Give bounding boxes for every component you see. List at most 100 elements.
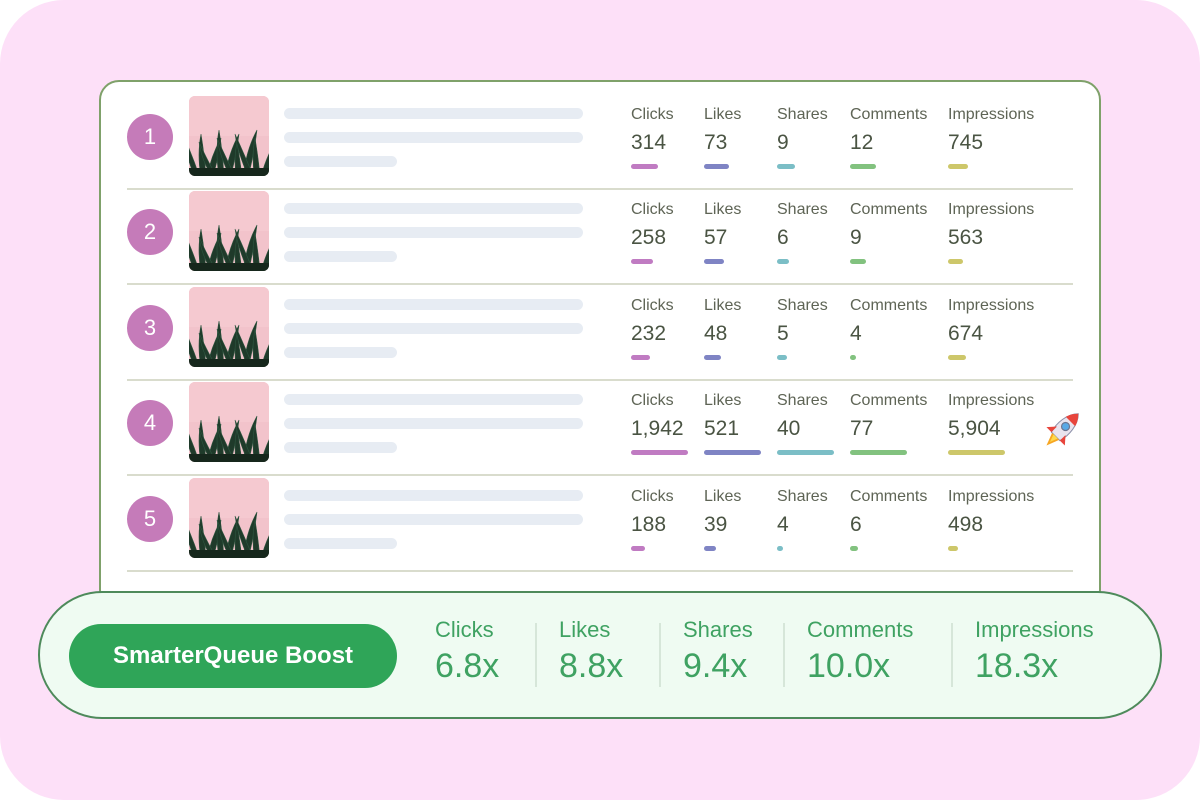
metric-bar-impressions bbox=[948, 450, 1005, 455]
placeholder-line bbox=[284, 203, 583, 214]
boost-metric-comments: Comments 10.0x bbox=[807, 617, 913, 686]
metric-label: Shares bbox=[777, 392, 828, 409]
post-thumbnail bbox=[189, 287, 269, 367]
metric-value: 563 bbox=[948, 226, 984, 249]
metric-value: 6 bbox=[777, 226, 789, 249]
metric-bar-likes bbox=[704, 259, 724, 264]
metric-value: 232 bbox=[631, 322, 667, 345]
rocket-icon bbox=[1037, 405, 1087, 455]
rank-badge: 2 bbox=[127, 209, 173, 255]
metric-value: 314 bbox=[631, 131, 667, 154]
rank-badge: 1 bbox=[127, 114, 173, 160]
metric-bar-shares bbox=[777, 259, 789, 264]
placeholder-line bbox=[284, 394, 583, 405]
metric-bar-comments bbox=[850, 450, 907, 455]
metric-bar-clicks bbox=[631, 450, 688, 455]
metric-bar-impressions bbox=[948, 546, 958, 551]
metric-value: 5 bbox=[777, 322, 789, 345]
metric-value: 77 bbox=[850, 417, 874, 440]
post-row: 3 Clicks 232 Likes 48 Shares 5 Comments 4 Impres… bbox=[127, 285, 1073, 381]
metric-value: 12 bbox=[850, 131, 874, 154]
rank-badge: 3 bbox=[127, 305, 173, 351]
metric-bar-shares bbox=[777, 355, 787, 360]
post-thumbnail bbox=[189, 478, 269, 558]
metric-bar-shares bbox=[777, 164, 795, 169]
metric-label: Clicks bbox=[631, 201, 674, 218]
boost-summary-bar: SmarterQueue Boost Clicks 6.8x Likes 8.8x Sh… bbox=[38, 591, 1162, 719]
metric-label: Impressions bbox=[948, 488, 1035, 505]
metric-label: Impressions bbox=[948, 392, 1035, 409]
metric-label: Clicks bbox=[631, 392, 674, 409]
metric-label: Comments bbox=[850, 201, 928, 218]
boost-label: Comments bbox=[807, 617, 914, 642]
boost-metric-clicks: Clicks 6.8x bbox=[435, 617, 499, 686]
metric-label: Impressions bbox=[948, 106, 1035, 123]
metric-label: Impressions bbox=[948, 201, 1035, 218]
metric-label: Comments bbox=[850, 106, 928, 123]
metric-label: Clicks bbox=[631, 106, 674, 123]
placeholder-line bbox=[284, 323, 583, 334]
placeholder-line bbox=[284, 227, 583, 238]
rank-badge: 5 bbox=[127, 496, 173, 542]
post-row: 4 Clicks 1,942 Likes 521 Shares 40 Comments 77 I… bbox=[127, 380, 1073, 476]
metric-value: 6 bbox=[850, 513, 862, 536]
metric-value: 1,942 bbox=[631, 417, 684, 440]
boost-value: 18.3x bbox=[975, 647, 1059, 685]
post-row: 2 Clicks 258 Likes 57 Shares 6 Comments 9 Impres… bbox=[127, 189, 1073, 285]
metric-bar-clicks bbox=[631, 546, 645, 551]
metric-label: Shares bbox=[777, 297, 828, 314]
placeholder-line bbox=[284, 251, 397, 262]
metric-bar-impressions bbox=[948, 259, 963, 264]
metric-value: 674 bbox=[948, 322, 984, 345]
boost-label: Impressions bbox=[975, 617, 1094, 642]
metric-label: Comments bbox=[850, 488, 928, 505]
metric-value: 9 bbox=[850, 226, 862, 249]
placeholder-line bbox=[284, 442, 397, 453]
metric-value: 9 bbox=[777, 131, 789, 154]
placeholder-line bbox=[284, 108, 583, 119]
metric-value: 57 bbox=[704, 226, 728, 249]
placeholder-line bbox=[284, 418, 583, 429]
boost-label: Likes bbox=[559, 617, 611, 642]
placeholder-line bbox=[284, 514, 583, 525]
boost-value: 8.8x bbox=[559, 647, 624, 685]
metric-bar-likes bbox=[704, 355, 721, 360]
placeholder-line bbox=[284, 132, 583, 143]
metric-value: 521 bbox=[704, 417, 740, 440]
metric-value: 745 bbox=[948, 131, 984, 154]
post-thumbnail bbox=[189, 382, 269, 462]
metric-label: Shares bbox=[777, 201, 828, 218]
boost-value: 6.8x bbox=[435, 647, 500, 685]
post-row: 1 Clicks 314 Likes 73 Shares 9 Comments 12 Impre… bbox=[127, 94, 1073, 190]
metric-label: Clicks bbox=[631, 488, 674, 505]
placeholder-line bbox=[284, 490, 583, 501]
metric-label: Impressions bbox=[948, 297, 1035, 314]
metric-label: Comments bbox=[850, 392, 928, 409]
rank-badge: 4 bbox=[127, 400, 173, 446]
metric-value: 40 bbox=[777, 417, 801, 440]
placeholder-line bbox=[284, 156, 397, 167]
boost-divider bbox=[659, 623, 661, 687]
metric-value: 5,904 bbox=[948, 417, 1001, 440]
metric-label: Shares bbox=[777, 106, 828, 123]
post-thumbnail bbox=[189, 191, 269, 271]
metric-label: Shares bbox=[777, 488, 828, 505]
metric-label: Likes bbox=[704, 488, 742, 505]
boost-label: Clicks bbox=[435, 617, 494, 642]
metric-value: 4 bbox=[850, 322, 862, 345]
metric-bar-likes bbox=[704, 450, 761, 455]
metric-value: 73 bbox=[704, 131, 728, 154]
placeholder-line bbox=[284, 347, 397, 358]
boost-divider bbox=[951, 623, 953, 687]
metric-bar-likes bbox=[704, 546, 716, 551]
metric-value: 4 bbox=[777, 513, 789, 536]
metric-bar-clicks bbox=[631, 259, 653, 264]
metric-bar-comments bbox=[850, 546, 858, 551]
metric-label: Comments bbox=[850, 297, 928, 314]
metric-label: Likes bbox=[704, 392, 742, 409]
boost-metric-shares: Shares 9.4x bbox=[683, 617, 753, 686]
metric-bar-shares bbox=[777, 546, 783, 551]
boost-metric-likes: Likes 8.8x bbox=[559, 617, 623, 686]
metric-bar-impressions bbox=[948, 355, 966, 360]
boost-badge: SmarterQueue Boost bbox=[69, 624, 397, 688]
